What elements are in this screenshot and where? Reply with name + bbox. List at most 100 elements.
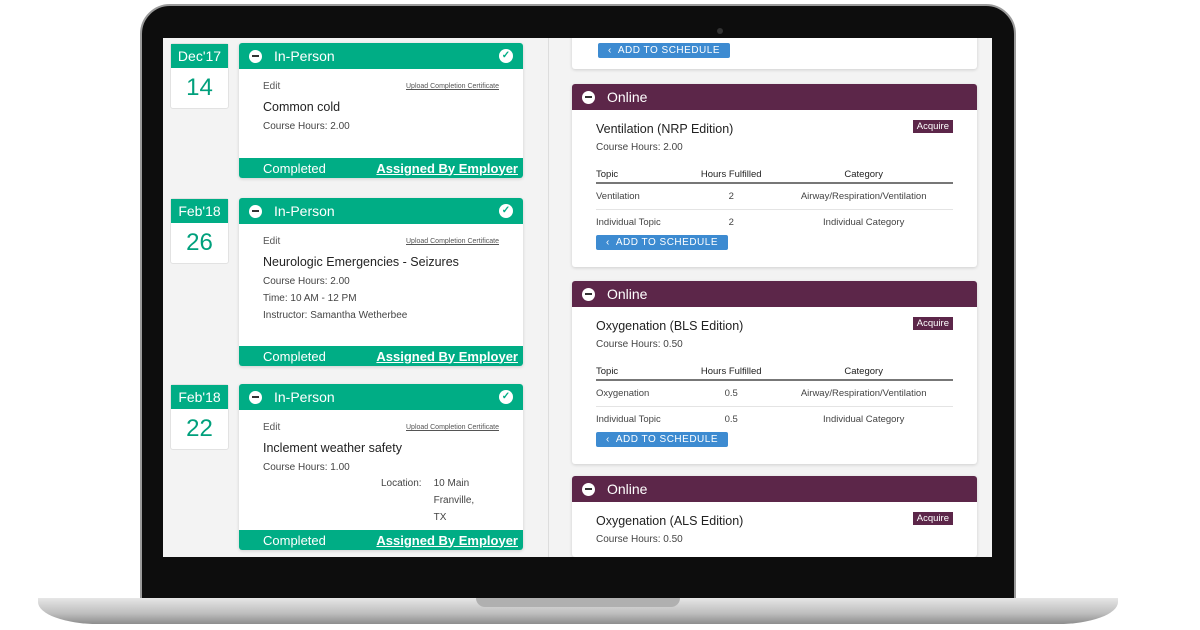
course-card: In-Person ✓ Edit Upload Completion Certifi… — [239, 43, 523, 178]
date-month: Dec'17 — [171, 44, 228, 68]
topics-table: Topic Hours Fulfilled Category Oxygenation… — [596, 364, 953, 432]
collapse-icon[interactable] — [249, 204, 262, 218]
check-icon: ✓ — [499, 49, 513, 63]
course-type: In-Person — [274, 48, 335, 64]
category: Airway/Respiration/Ventilation — [774, 380, 953, 407]
location-label: Location: — [381, 478, 422, 489]
location-line: 10 Main — [433, 478, 470, 489]
date-badge: Feb'18 22 — [170, 384, 229, 450]
course-card: In-Person ✓ Edit Upload Completion Certifi… — [239, 384, 523, 550]
card-header[interactable]: Online — [572, 476, 977, 502]
laptop-notch — [476, 598, 680, 607]
table-row: Oxygenation 0.5 Airway/Respiration/Ventila… — [596, 380, 953, 407]
status-label: Completed — [263, 532, 326, 548]
course-title: Ventilation (NRP Edition) — [596, 122, 734, 136]
topic: Individual Topic — [596, 217, 661, 228]
course-time: Time: 10 AM - 12 PM — [263, 293, 357, 304]
acquire-button[interactable]: Acquire — [912, 512, 953, 525]
course-hours: Course Hours: 0.50 — [596, 339, 683, 350]
card-header[interactable]: In-Person ✓ — [239, 43, 523, 69]
course-type: Online — [607, 286, 648, 302]
card-header[interactable]: Online — [572, 84, 977, 110]
check-icon: ✓ — [499, 390, 513, 404]
header-hours: Hours Fulfilled — [688, 167, 775, 184]
header-category: Category — [774, 167, 953, 184]
course-title: Common cold — [263, 100, 341, 114]
online-course-card: Online Oxygenation (BLS Edition) Acquire C… — [572, 281, 977, 464]
online-course-card: ‹ ADD TO SCHEDULE — [572, 38, 977, 69]
hours: 2 — [688, 183, 775, 210]
status-label: Completed — [263, 160, 326, 176]
topic: Ventilation — [596, 183, 689, 210]
collapse-icon[interactable] — [249, 49, 262, 63]
course-type: In-Person — [274, 203, 335, 219]
course-instructor: Instructor: Samantha Wetherbee — [263, 310, 408, 321]
course-hours: Course Hours: 2.00 — [263, 121, 350, 132]
button-label: ADD TO SCHEDULE — [617, 45, 720, 56]
date-month: Feb'18 — [171, 385, 228, 409]
acquire-button[interactable]: Acquire — [912, 120, 953, 133]
add-to-schedule-button[interactable]: ‹ ADD TO SCHEDULE — [596, 432, 728, 447]
upload-certificate-link[interactable]: Upload Completion Certificate — [406, 238, 499, 245]
collapse-icon[interactable] — [249, 390, 262, 404]
column-divider — [548, 38, 549, 557]
header-category: Category — [774, 364, 953, 381]
location-line: Franville, — [433, 495, 475, 506]
hours: 0.5 — [688, 380, 775, 407]
course-title: Oxygenation (BLS Edition) — [596, 319, 744, 333]
collapse-icon[interactable] — [582, 482, 595, 496]
course-type: Online — [607, 89, 648, 105]
table-row: Individual Topic 0.5 Individual Category — [596, 407, 953, 433]
online-course-card: Online Ventilation (NRP Edition) Acquire C… — [572, 84, 977, 267]
assigned-link[interactable]: Assigned By Employer — [376, 161, 518, 176]
location-line: TX — [433, 512, 447, 523]
button-label: ADD TO SCHEDULE — [615, 434, 718, 445]
course-hours: Course Hours: 0.50 — [596, 534, 683, 545]
category: Individual Category — [823, 414, 905, 425]
topic: Individual Topic — [596, 414, 661, 425]
camera — [717, 28, 723, 34]
header-topic: Topic — [596, 167, 689, 184]
course-title: Neurologic Emergencies - Seizures — [263, 255, 459, 269]
date-day: 22 — [186, 415, 213, 442]
course-type: In-Person — [274, 389, 335, 405]
date-badge: Dec'17 14 — [170, 43, 229, 109]
collapse-icon[interactable] — [582, 90, 595, 104]
table-row: Ventilation 2 Airway/Respiration/Ventilati… — [596, 183, 953, 210]
header-topic: Topic — [596, 364, 689, 381]
course-title: Inclement weather safety — [263, 441, 402, 455]
date-badge: Feb'18 26 — [170, 198, 229, 264]
header-hours: Hours Fulfilled — [688, 364, 775, 381]
course-hours: Course Hours: 2.00 — [263, 276, 350, 287]
assigned-link[interactable]: Assigned By Employer — [376, 533, 518, 548]
card-header[interactable]: In-Person ✓ — [239, 198, 523, 224]
date-month: Feb'18 — [171, 199, 228, 223]
app-screen: Dec'17 14 In-Person ✓ Edit Upload Completio… — [163, 38, 992, 557]
acquire-button[interactable]: Acquire — [912, 317, 953, 330]
course-title: Oxygenation (ALS Edition) — [596, 514, 744, 528]
category: Individual Category — [823, 217, 905, 228]
card-header[interactable]: Online — [572, 281, 977, 307]
category: Airway/Respiration/Ventilation — [774, 183, 953, 210]
hours: 2 — [728, 217, 734, 228]
topic: Oxygenation — [596, 380, 689, 407]
add-to-schedule-button[interactable]: ‹ ADD TO SCHEDULE — [598, 43, 730, 58]
upload-certificate-link[interactable]: Upload Completion Certificate — [406, 83, 499, 90]
table-row: Individual Topic 2 Individual Category — [596, 210, 953, 236]
topics-table: Topic Hours Fulfilled Category Ventilation… — [596, 167, 953, 235]
course-hours: Course Hours: 2.00 — [596, 142, 683, 153]
collapse-icon[interactable] — [582, 287, 595, 301]
online-course-card: Online Oxygenation (ALS Edition) Acquire C… — [572, 476, 977, 557]
date-day: 26 — [186, 229, 213, 256]
hours: 0.5 — [724, 414, 738, 425]
upload-certificate-link[interactable]: Upload Completion Certificate — [406, 424, 499, 431]
course-card: In-Person ✓ Edit Upload Completion Certifi… — [239, 198, 523, 366]
button-label: ADD TO SCHEDULE — [615, 237, 718, 248]
card-header[interactable]: In-Person ✓ — [239, 384, 523, 410]
assigned-link[interactable]: Assigned By Employer — [376, 349, 518, 364]
course-type: Online — [607, 481, 648, 497]
check-icon: ✓ — [499, 204, 513, 218]
date-day: 14 — [186, 74, 213, 101]
add-to-schedule-button[interactable]: ‹ ADD TO SCHEDULE — [596, 235, 728, 250]
course-hours: Course Hours: 1.00 — [263, 462, 350, 473]
